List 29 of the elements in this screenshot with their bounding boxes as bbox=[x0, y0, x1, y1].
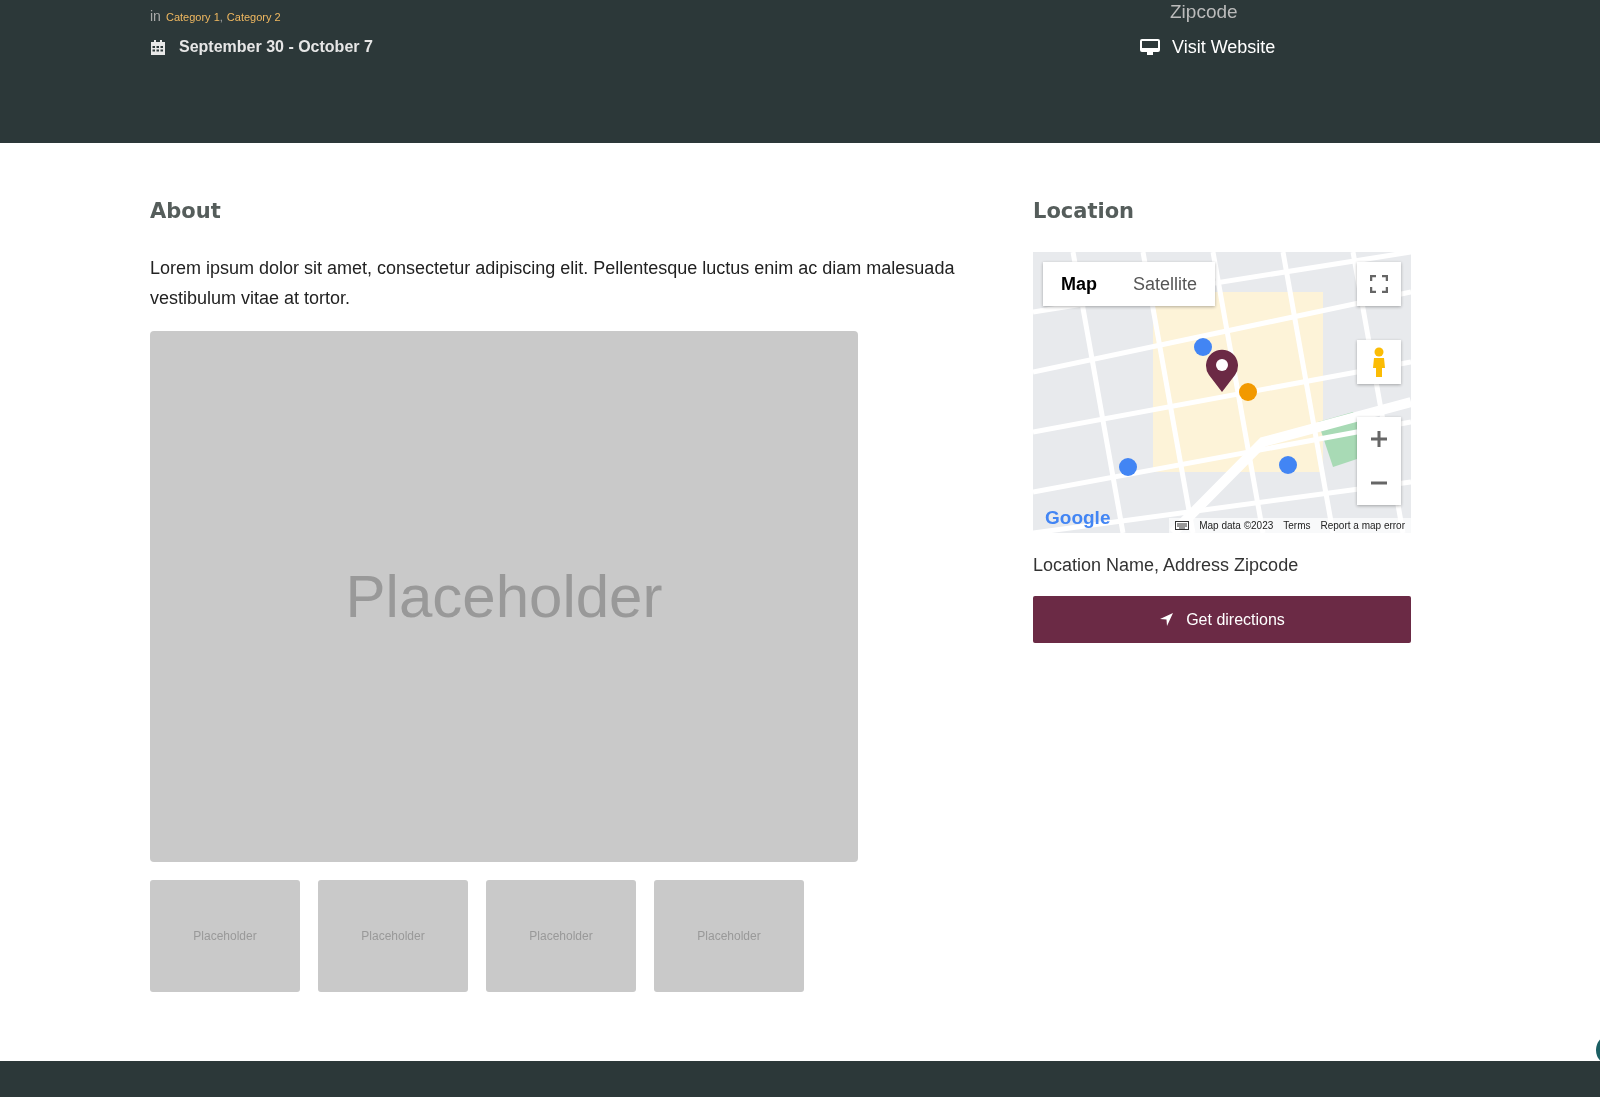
minus-icon bbox=[1370, 481, 1388, 485]
zoom-in-button[interactable] bbox=[1357, 417, 1401, 461]
event-date: September 30 - October 7 bbox=[179, 38, 373, 56]
map-link[interactable]: Report a map error bbox=[1320, 520, 1405, 531]
directions-button[interactable]: Get directions bbox=[1033, 596, 1411, 643]
monitor-icon bbox=[1140, 39, 1160, 56]
section-heading: About bbox=[150, 199, 222, 223]
navigation-arrow-icon bbox=[1159, 612, 1175, 627]
website-link[interactable]: Visit Website bbox=[1172, 37, 1276, 58]
section-heading: Location bbox=[1033, 199, 1136, 223]
map-link[interactable]: Terms bbox=[1283, 520, 1311, 531]
keyboard-icon bbox=[1175, 521, 1190, 530]
map-type-tab[interactable]: Map bbox=[1043, 262, 1115, 306]
about-text: Lorem ipsum dolor sit amet, consectetur adipiscing elit. Pellentesque luctus enim ac diam malesuada vestibulum vitae at tortor. bbox=[150, 257, 956, 310]
map-pin-icon bbox=[1205, 349, 1239, 393]
map-logo: Google bbox=[1045, 507, 1111, 529]
location-address: Location Name, Address Zipcode bbox=[1033, 555, 1300, 576]
category-link[interactable]: Category 2 bbox=[226, 11, 281, 23]
fullscreen-button[interactable] bbox=[1357, 262, 1401, 306]
plus-icon bbox=[1370, 430, 1388, 448]
separator: , bbox=[219, 11, 223, 23]
map-attribution: Map data ©2023 bbox=[1199, 520, 1274, 531]
person-icon bbox=[1372, 347, 1386, 377]
address-text: Zipcode bbox=[1170, 1, 1239, 23]
categories-prefix: in bbox=[150, 8, 161, 24]
category-link[interactable]: Category 1 bbox=[165, 11, 220, 23]
map-type-tab[interactable]: Satellite bbox=[1115, 262, 1216, 306]
calendar-icon bbox=[150, 38, 166, 56]
fullscreen-icon bbox=[1370, 275, 1388, 293]
